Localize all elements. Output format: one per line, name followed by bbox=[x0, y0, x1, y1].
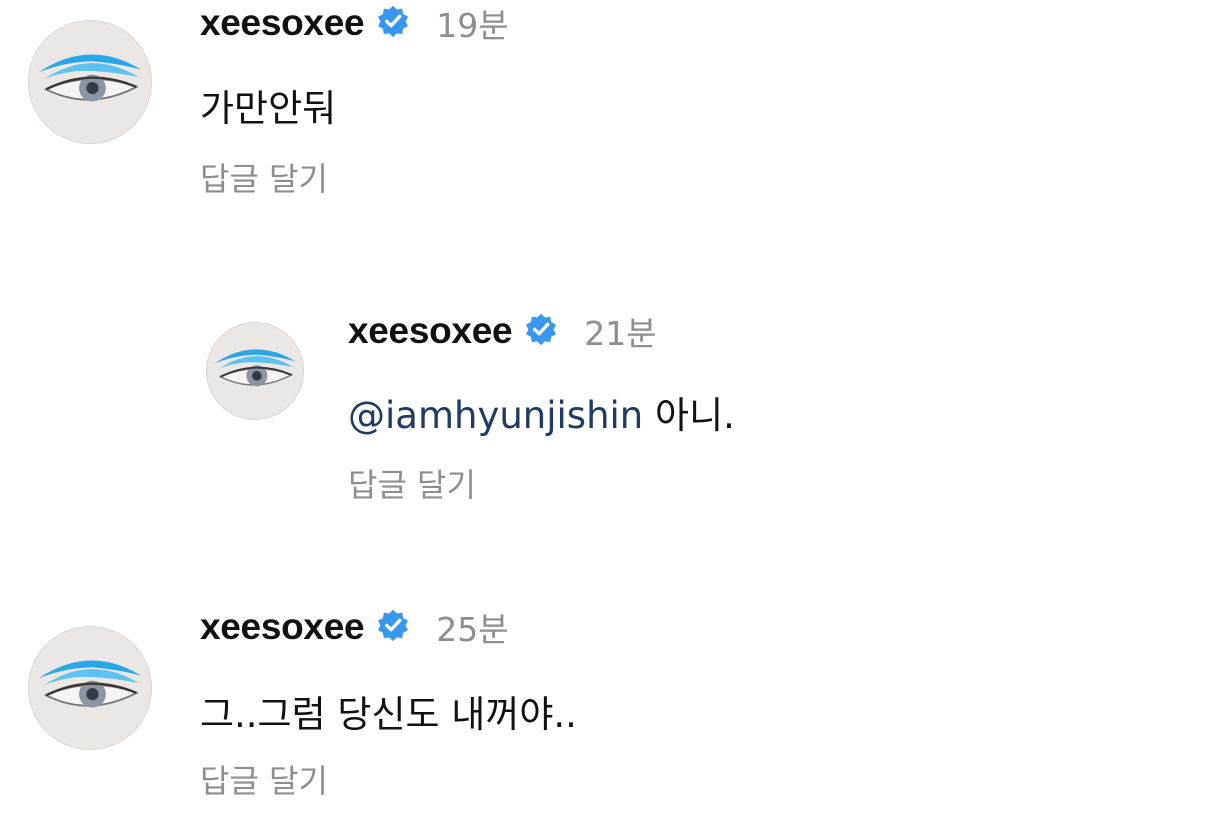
comment-text: @iamhyunjishin 아니. bbox=[348, 385, 735, 439]
username[interactable]: xeesoxee bbox=[200, 606, 365, 648]
verified-badge-icon bbox=[376, 608, 410, 646]
comment-text-body: 아니. bbox=[643, 394, 735, 437]
username[interactable]: xeesoxee bbox=[200, 2, 365, 44]
avatar-eye-image bbox=[207, 323, 303, 419]
comment-text: 그..그럼 당신도 내꺼야.. bbox=[200, 693, 577, 736]
reply-button[interactable]: 답글 달기 bbox=[348, 460, 476, 506]
verified-badge-icon bbox=[524, 312, 558, 350]
reply-button[interactable]: 답글 달기 bbox=[200, 154, 328, 200]
comment-header: xeesoxee 19분 bbox=[200, 0, 509, 46]
comment-header: xeesoxee 25분 bbox=[200, 604, 509, 650]
comment-text: 가만안둬 bbox=[200, 87, 337, 130]
timestamp: 21분 bbox=[584, 314, 657, 353]
avatar[interactable] bbox=[28, 626, 152, 750]
avatar[interactable] bbox=[206, 322, 304, 420]
mention-link[interactable]: @iamhyunjishin bbox=[348, 394, 643, 437]
username[interactable]: xeesoxee bbox=[348, 310, 513, 352]
timestamp: 19분 bbox=[436, 6, 509, 45]
verified-badge-icon bbox=[376, 4, 410, 42]
reply-button[interactable]: 답글 달기 bbox=[200, 756, 328, 802]
timestamp: 25분 bbox=[436, 610, 509, 649]
comment-header: xeesoxee 21분 bbox=[348, 308, 657, 354]
avatar-eye-image bbox=[29, 21, 151, 143]
avatar[interactable] bbox=[28, 20, 152, 144]
avatar-eye-image bbox=[29, 627, 151, 749]
